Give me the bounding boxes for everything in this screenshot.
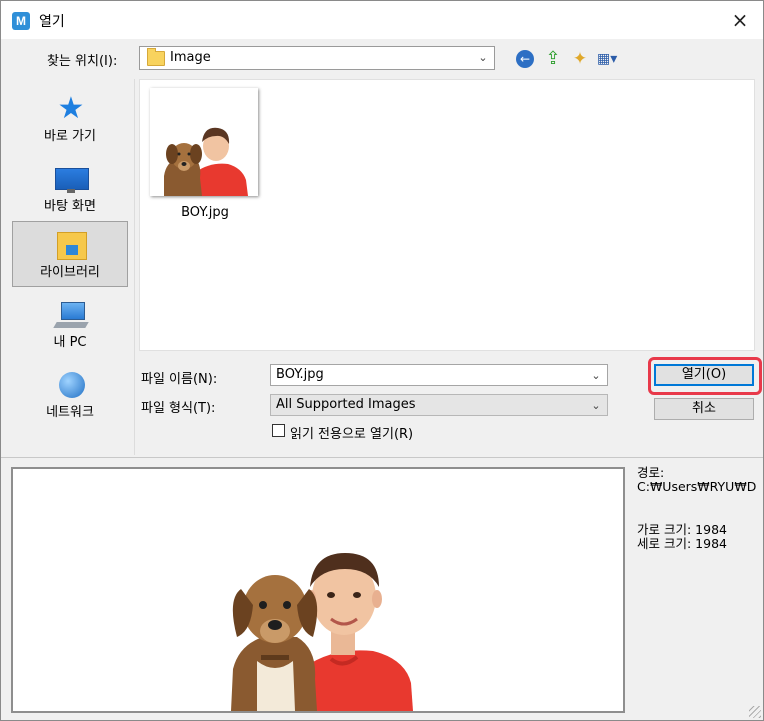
image-preview (11, 467, 625, 713)
file-list[interactable]: BOY.jpg (139, 79, 755, 351)
filename-label: 파일 이름(N): (141, 372, 218, 387)
path-value: C:₩Users₩RYU₩D (637, 479, 757, 494)
path-label: 경로: (637, 465, 665, 480)
open-file-dialog: M 열기 × 찾는 위치(I): Image ⌄ ← ⇪ ✦ ▦▾ ★ 바로 가… (0, 0, 764, 721)
chevron-down-icon[interactable]: ⌄ (589, 367, 603, 385)
readonly-label: 읽기 전용으로 열기(R) (290, 427, 414, 442)
place-this-pc[interactable]: 내 PC (12, 291, 128, 357)
file-item[interactable]: BOY.jpg (150, 88, 260, 228)
file-thumbnail (150, 88, 258, 196)
width-info: 가로 크기: 1984 (637, 522, 727, 537)
place-quick-access[interactable]: ★ 바로 가기 (12, 85, 128, 151)
boy-dog-thumbnail-image (164, 127, 248, 196)
look-in-label: 찾는 위치(I): (47, 54, 118, 69)
place-label: 내 PC (53, 335, 87, 350)
places-bar: ★ 바로 가기 바탕 화면 라이브러리 내 PC 네트워크 (6, 79, 135, 455)
boy-dog-preview-image (231, 553, 413, 711)
open-button-highlight (648, 357, 762, 395)
file-name: BOY.jpg (181, 205, 229, 220)
preview-divider (1, 457, 763, 458)
desktop-icon (53, 164, 89, 194)
quick-access-star-icon: ★ (57, 91, 85, 126)
place-label: 네트워크 (46, 405, 94, 420)
folder-icon (147, 48, 165, 66)
look-in-value: Image (170, 50, 211, 65)
app-icon: M (12, 12, 30, 30)
close-button[interactable]: × (717, 1, 763, 39)
place-library[interactable]: 라이브러리 (12, 221, 128, 287)
place-desktop[interactable]: 바탕 화면 (12, 155, 128, 221)
up-folder-icon[interactable]: ⇪ (542, 48, 564, 70)
pc-icon (53, 300, 89, 330)
library-icon (53, 230, 89, 260)
filetype-select[interactable]: All Supported Images ⌄ (270, 394, 608, 416)
place-label: 바로 가기 (44, 129, 96, 144)
chevron-down-icon: ⌄ (591, 399, 601, 412)
place-label: 라이브러리 (40, 265, 100, 280)
filetype-value: All Supported Images (276, 397, 416, 412)
chevron-down-icon: ⌄ (478, 51, 488, 64)
new-folder-icon[interactable]: ✦ (569, 48, 591, 70)
look-in-dropdown[interactable]: Image ⌄ (139, 46, 495, 70)
title-bar: M 열기 × (1, 1, 763, 39)
readonly-checkbox[interactable] (272, 424, 285, 437)
network-icon (53, 370, 89, 400)
cancel-button[interactable]: 취소 (654, 398, 754, 420)
window-title: 열기 (39, 14, 65, 30)
filetype-label: 파일 형식(T): (141, 401, 216, 416)
view-menu-icon[interactable]: ▦▾ (597, 48, 627, 70)
filename-value: BOY.jpg (276, 367, 324, 382)
resize-grip[interactable] (749, 706, 761, 718)
height-info: 세로 크기: 1984 (637, 536, 727, 551)
place-network[interactable]: 네트워크 (12, 361, 128, 427)
filename-input[interactable]: BOY.jpg ⌄ (270, 364, 608, 386)
back-arrow-icon[interactable]: ← (516, 50, 534, 68)
place-label: 바탕 화면 (44, 199, 96, 214)
